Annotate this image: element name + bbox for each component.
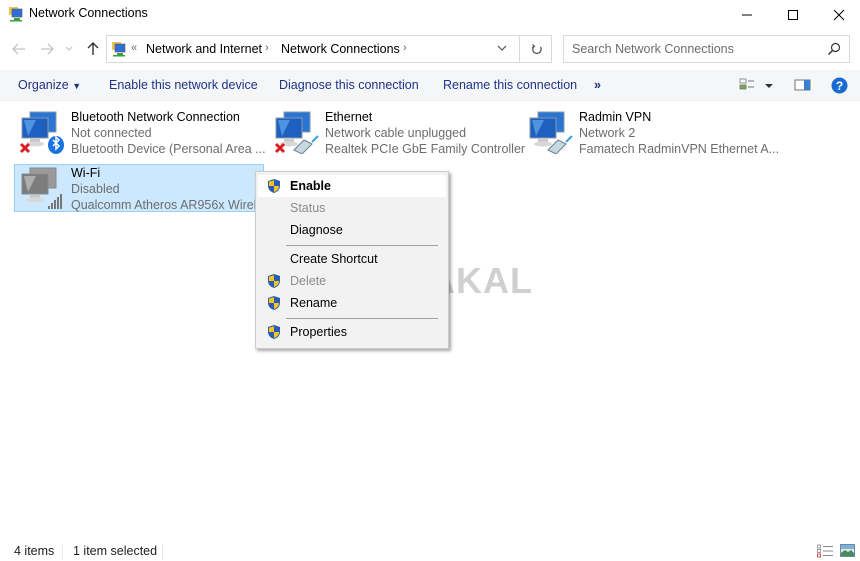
maximize-icon (788, 10, 798, 20)
maximize-button[interactable] (770, 0, 816, 30)
menu-separator (286, 245, 438, 246)
more-commands-button[interactable]: » (594, 78, 601, 92)
up-button[interactable] (82, 38, 104, 60)
menu-item-diagnose[interactable]: Diagnose (258, 219, 446, 241)
menu-item-label: Delete (290, 274, 327, 288)
title-bar: Network Connections (0, 0, 860, 30)
vpn-network-icon (529, 111, 573, 154)
menu-item-enable[interactable]: Enable (258, 175, 446, 197)
change-view-icon (739, 78, 773, 90)
connection-device: Bluetooth Device (Personal Area ... (71, 142, 266, 156)
change-view-button[interactable] (739, 78, 775, 94)
menu-item-label: Diagnose (290, 223, 343, 237)
uac-shield-icon (268, 274, 280, 288)
organize-button[interactable]: Organize ▼ (18, 78, 81, 92)
item-count: 4 items (14, 544, 55, 558)
wifi-network-icon (21, 167, 62, 209)
preview-pane-icon (794, 79, 811, 91)
details-view-icon (817, 544, 833, 558)
window-title: Network Connections (29, 6, 148, 20)
uac-shield-icon (268, 296, 280, 310)
close-button[interactable] (816, 0, 860, 30)
breadcrumb-network-connections[interactable]: Network Connections (281, 42, 400, 56)
connection-name: Wi-Fi (71, 166, 101, 180)
search-icon[interactable] (827, 42, 841, 56)
arrow-right-icon (41, 43, 54, 55)
network-connections-icon (9, 7, 23, 22)
menu-item-label: Status (290, 201, 326, 215)
menu-item-properties[interactable]: Properties (258, 321, 446, 343)
diagnose-connection-button[interactable]: Diagnose this connection (279, 78, 419, 92)
status-separator (62, 544, 63, 560)
connection-device: Qualcomm Atheros AR956x Wirel... (71, 198, 267, 212)
connection-status: Not connected (71, 126, 152, 140)
connection-status: Network cable unplugged (325, 126, 467, 140)
menu-item-status[interactable]: Status (258, 197, 446, 219)
refresh-button[interactable] (519, 36, 553, 62)
status-separator (162, 544, 163, 560)
ethernet-network-icon (274, 111, 319, 154)
connection-name: Ethernet (325, 110, 373, 124)
large-icons-view-button[interactable] (840, 544, 855, 558)
network-connections-icon (112, 42, 126, 57)
connection-device: Realtek PCIe GbE Family Controller (325, 142, 526, 156)
connection-item-radmin-vpn[interactable]: Radmin VPN Network 2 Famatech RadminVPN … (522, 108, 779, 156)
minimize-icon (742, 14, 752, 16)
connection-device: Famatech RadminVPN Ethernet A... (579, 142, 780, 156)
menu-item-label: Properties (290, 325, 347, 339)
menu-item-delete[interactable]: Delete (258, 270, 446, 292)
help-button[interactable]: ? (831, 77, 848, 94)
uac-shield-icon (268, 325, 280, 339)
close-icon (833, 9, 845, 21)
connection-name: Radmin VPN (579, 110, 652, 124)
address-bar[interactable]: « Network and Internet › Network Connect… (106, 35, 552, 63)
breadcrumb-overflow[interactable]: « (131, 42, 137, 54)
breadcrumb-separator[interactable]: › (403, 42, 407, 54)
context-menu: Enable Status Diagnose Create Shortcut D… (255, 171, 449, 349)
menu-item-label: Rename (290, 296, 338, 310)
back-button[interactable] (8, 38, 30, 60)
preview-pane-button[interactable] (794, 78, 812, 94)
help-icon: ? (831, 77, 848, 94)
arrow-up-icon (87, 42, 99, 55)
dropdown-arrow-icon: ▼ (72, 81, 82, 91)
forward-button[interactable] (36, 38, 58, 60)
connection-status: Disabled (71, 182, 120, 196)
large-icons-view-icon (840, 544, 855, 557)
command-bar: Organize ▼ Enable this network device Di… (0, 70, 860, 101)
svg-text:?: ? (836, 79, 843, 93)
connection-item-wifi[interactable]: Wi-Fi Disabled Qualcomm Atheros AR956x W… (14, 164, 267, 212)
recent-locations-button[interactable] (62, 38, 76, 60)
rename-connection-button[interactable]: Rename this connection (443, 78, 577, 92)
connection-status: Network 2 (579, 126, 636, 140)
selection-count: 1 item selected (73, 544, 158, 558)
chevron-down-icon (65, 46, 73, 51)
search-box[interactable]: Search Network Connections (563, 35, 850, 63)
refresh-icon (531, 43, 542, 54)
menu-item-rename[interactable]: Rename (258, 292, 446, 314)
enable-network-device-button[interactable]: Enable this network device (109, 78, 258, 92)
breadcrumb-separator[interactable]: › (265, 42, 269, 54)
connection-name: Bluetooth Network Connection (71, 110, 240, 124)
bluetooth-network-icon (19, 111, 64, 154)
menu-item-label: Enable (290, 179, 331, 193)
menu-item-label: Create Shortcut (290, 252, 378, 266)
menu-item-create-shortcut[interactable]: Create Shortcut (258, 248, 446, 270)
menu-separator (286, 318, 438, 319)
connection-item-bluetooth[interactable]: Bluetooth Network Connection Not connect… (14, 108, 266, 156)
address-dropdown-icon[interactable] (497, 45, 507, 52)
search-input[interactable]: Search Network Connections (572, 42, 734, 56)
breadcrumb-network-and-internet[interactable]: Network and Internet (146, 42, 262, 56)
minimize-button[interactable] (724, 0, 770, 30)
details-view-button[interactable] (817, 544, 833, 558)
arrow-left-icon (12, 43, 25, 55)
uac-shield-icon (268, 179, 280, 193)
connection-item-ethernet[interactable]: Ethernet Network cable unplugged Realtek… (268, 108, 525, 156)
